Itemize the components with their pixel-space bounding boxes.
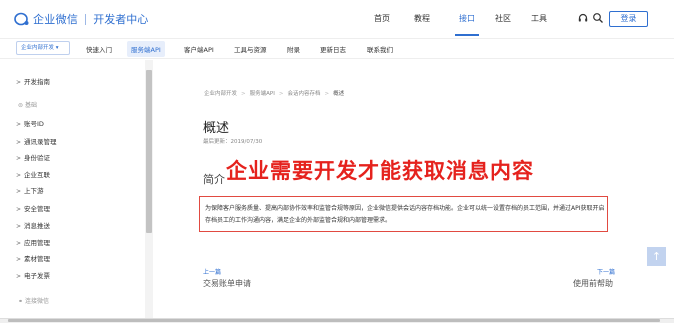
- breadcrumb-separator: >: [278, 91, 284, 97]
- page-title: 概述: [203, 121, 230, 136]
- sidebar-section-label: 连接微信: [24, 298, 49, 305]
- sidebar-item-label: 开发指南: [24, 78, 50, 86]
- breadcrumb-internal-dev[interactable]: 企业内部开发: [204, 91, 237, 97]
- next-article-link[interactable]: 使用前帮助: [573, 278, 613, 289]
- dev-type-dropdown[interactable]: 企业内部开发 ▾: [16, 41, 70, 55]
- sidebar-item-label: 安全管理: [24, 205, 50, 213]
- back-to-top-button[interactable]: ↑: [647, 247, 666, 266]
- sidebar-item-app-mgmt[interactable]: > 应用管理: [16, 237, 50, 247]
- breadcrumb-separator: >: [324, 91, 330, 97]
- sidebar-item-label: 通讯录管理: [24, 138, 57, 146]
- nav-api[interactable]: 接口: [459, 13, 475, 24]
- section-icon: ⊜: [18, 102, 25, 109]
- sidebar-item-label: 消息推送: [24, 222, 50, 230]
- nav-home[interactable]: 首页: [374, 13, 390, 24]
- section-title: 简介: [203, 173, 225, 186]
- horizontal-scrollbar-thumb[interactable]: [8, 319, 660, 322]
- breadcrumb-current: 概述: [333, 91, 345, 97]
- chevron-right-icon: >: [16, 121, 22, 128]
- logo[interactable]: 企业微信 开发者中心: [14, 11, 148, 27]
- sidebar-item-label: 身份验证: [24, 154, 50, 162]
- link-icon: ⚭: [18, 298, 25, 305]
- sidebar-item-invoice[interactable]: > 电子发票: [16, 270, 50, 280]
- nav-community[interactable]: 社区: [495, 13, 511, 24]
- sidebar-item-label: 上下游: [24, 187, 44, 195]
- chevron-right-icon: >: [16, 273, 22, 280]
- sidebar-section-basic: ⊜ 基础: [18, 100, 37, 109]
- subnav-server-api[interactable]: 服务端API: [127, 41, 165, 57]
- sidebar-section-wechat[interactable]: ⚭ 连接微信: [18, 296, 49, 305]
- breadcrumb: 企业内部开发 > 服务端API > 会话内容存档 > 概述: [204, 89, 344, 97]
- arrow-up-icon: ↑: [651, 250, 662, 263]
- wecom-logo-icon: [14, 12, 29, 26]
- subnav-appendix[interactable]: 附录: [287, 44, 300, 54]
- sidebar-item-label: 应用管理: [24, 239, 50, 247]
- subnav-client-api[interactable]: 客户端API: [184, 44, 214, 54]
- next-article-label[interactable]: 下一篇: [597, 267, 615, 276]
- chevron-right-icon: >: [16, 223, 22, 230]
- sidebar-item-interconnect[interactable]: > 企业互联: [16, 169, 50, 179]
- intro-paragraph: 为保障客户服务质量、提高内部协作效率和监管合规等原因，企业微信提供会话内容存档功…: [205, 205, 605, 224]
- prev-article-label[interactable]: 上一篇: [203, 267, 221, 276]
- chevron-right-icon: >: [16, 256, 22, 263]
- sidebar-item-label: 素材管理: [24, 255, 50, 263]
- logo-divider: [85, 13, 87, 25]
- logo-subtitle: 开发者中心: [93, 13, 149, 26]
- prev-article-link[interactable]: 交易账单申请: [203, 278, 251, 289]
- chevron-right-icon: >: [16, 79, 22, 86]
- breadcrumb-separator: >: [241, 91, 246, 97]
- sidebar-item-contacts[interactable]: > 通讯录管理: [16, 136, 57, 146]
- breadcrumb-server-api[interactable]: 服务端API: [250, 91, 275, 97]
- search-icon[interactable]: [592, 12, 604, 24]
- chevron-right-icon: >: [16, 155, 22, 162]
- sidebar-item-upstream-downstream[interactable]: > 上下游: [16, 185, 44, 195]
- subnav-changelog[interactable]: 更新日志: [320, 44, 346, 54]
- subnav-contact[interactable]: 联系我们: [367, 44, 393, 54]
- chevron-right-icon: >: [16, 240, 22, 247]
- annotation-text: 企业需要开发才能获取消息内容: [226, 159, 534, 183]
- chevron-right-icon: >: [16, 206, 22, 213]
- sidebar-scrollbar-thumb[interactable]: [146, 70, 152, 233]
- subnav-tools-resources[interactable]: 工具与资源: [234, 44, 267, 54]
- sidebar-item-messages[interactable]: > 消息推送: [16, 220, 50, 230]
- nav-tools[interactable]: 工具: [531, 13, 547, 24]
- active-nav-indicator: [455, 34, 479, 36]
- nav-tutorials[interactable]: 教程: [414, 13, 430, 24]
- headset-icon[interactable]: [577, 12, 589, 24]
- subnav-quickstart[interactable]: 快速入门: [86, 44, 112, 54]
- sidebar-section-label: 基础: [24, 102, 37, 109]
- sidebar-item-label: 账号ID: [24, 120, 44, 128]
- sidebar-item-security[interactable]: > 安全管理: [16, 203, 50, 213]
- login-button[interactable]: 登录: [609, 11, 648, 27]
- logo-text: 企业微信: [33, 13, 79, 26]
- sidebar-item-media[interactable]: > 素材管理: [16, 253, 50, 263]
- breadcrumb-msg-archive[interactable]: 会话内容存档: [287, 91, 320, 97]
- sidebar-item-dev-guide[interactable]: > 开发指南: [16, 76, 50, 86]
- chevron-right-icon: >: [16, 172, 22, 179]
- sidebar-item-label: 企业互联: [24, 171, 50, 179]
- chevron-right-icon: >: [16, 188, 22, 195]
- sidebar-item-label: 电子发票: [24, 272, 50, 280]
- top-header: 企业微信 开发者中心 首页 教程 接口 社区 工具 登录: [0, 0, 674, 38]
- chevron-right-icon: >: [16, 139, 22, 146]
- last-updated: 最后更新：2019/07/30: [203, 139, 263, 145]
- sidebar-item-account-id[interactable]: > 账号ID: [16, 118, 44, 128]
- sidebar-item-auth[interactable]: > 身份验证: [16, 152, 50, 162]
